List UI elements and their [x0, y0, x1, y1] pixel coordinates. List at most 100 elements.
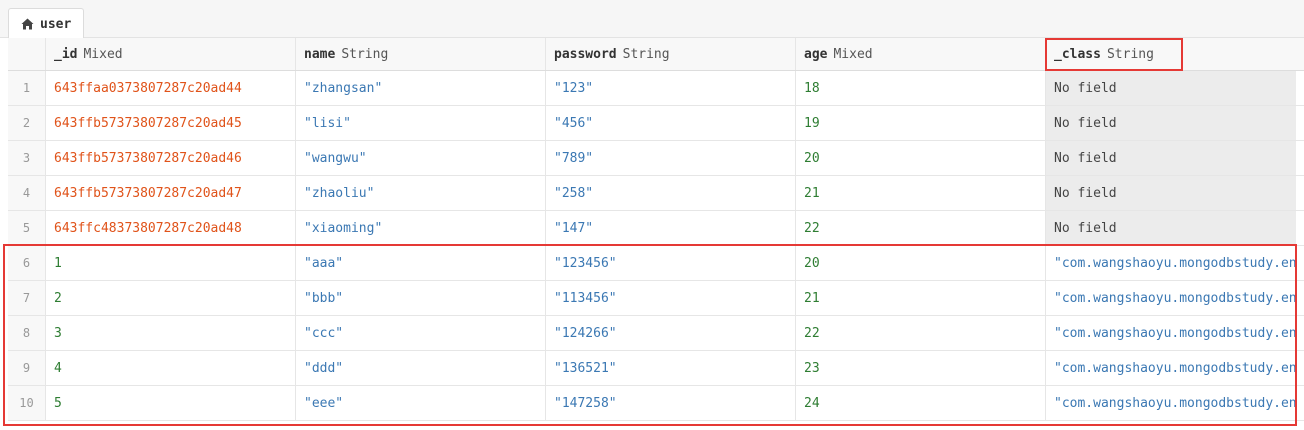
cell-class[interactable]: "com.wangshaoyu.mongodbstudy.en	[1046, 246, 1296, 280]
cell-id-value: 5	[54, 395, 62, 411]
cell-age[interactable]: 21	[796, 176, 1046, 210]
cell-age-value: 23	[804, 360, 820, 376]
table-row[interactable]: 4 643ffb57373807287c20ad47 "zhaoliu" "258" 2…	[8, 176, 1304, 211]
cell-name[interactable]: "zhaoliu"	[296, 176, 546, 210]
cell-id-value: 4	[54, 360, 62, 376]
table-row[interactable]: 1 643ffaa0373807287c20ad44 "zhangsan" "123"…	[8, 71, 1304, 106]
row-number-value: 3	[22, 151, 31, 165]
row-number: 2	[8, 106, 46, 140]
table-row[interactable]: 8 3 "ccc" "124266" 22 "com.wangshaoyu.mongodb…	[8, 316, 1304, 351]
documents-table: _id Mixed name String password String ag…	[8, 38, 1304, 421]
row-number: 9	[8, 351, 46, 385]
cell-password[interactable]: "113456"	[546, 281, 796, 315]
cell-password[interactable]: "456"	[546, 106, 796, 140]
cell-age-value: 20	[804, 255, 820, 271]
cell-age[interactable]: 21	[796, 281, 1046, 315]
cell-password[interactable]: "147258"	[546, 386, 796, 420]
cell-name-value: "bbb"	[304, 290, 344, 306]
cell-password-value: "124266"	[554, 325, 617, 341]
cell-class-value: No field	[1054, 115, 1117, 131]
cell-id[interactable]: 3	[46, 316, 296, 350]
cell-id[interactable]: 643ffc48373807287c20ad48	[46, 211, 296, 245]
table-row[interactable]: 10 5 "eee" "147258" 24 "com.wangshaoyu.mongod…	[8, 386, 1304, 421]
cell-id[interactable]: 4	[46, 351, 296, 385]
column-header-class[interactable]: _class String	[1046, 38, 1296, 70]
cell-class[interactable]: No field	[1046, 141, 1296, 175]
cell-age[interactable]: 19	[796, 106, 1046, 140]
cell-id[interactable]: 643ffaa0373807287c20ad44	[46, 71, 296, 105]
column-header-age[interactable]: age Mixed	[796, 38, 1046, 70]
tab-user[interactable]: user	[8, 8, 85, 39]
cell-password[interactable]: "789"	[546, 141, 796, 175]
table-row[interactable]: 5 643ffc48373807287c20ad48 "xiaoming" "147"…	[8, 211, 1304, 246]
cell-password[interactable]: "124266"	[546, 316, 796, 350]
column-header-name[interactable]: name String	[296, 38, 546, 70]
row-number-value: 1	[22, 81, 31, 95]
cell-id-value: 3	[54, 325, 62, 341]
cell-id[interactable]: 1	[46, 246, 296, 280]
column-header-id[interactable]: _id Mixed	[46, 38, 296, 70]
cell-class-value: No field	[1054, 80, 1117, 96]
table-row[interactable]: 2 643ffb57373807287c20ad45 "lisi" "456" 19 No…	[8, 106, 1304, 141]
column-header-password[interactable]: password String	[546, 38, 796, 70]
cell-id[interactable]: 643ffb57373807287c20ad47	[46, 176, 296, 210]
table-row[interactable]: 7 2 "bbb" "113456" 21 "com.wangshaoyu.mongodb…	[8, 281, 1304, 316]
row-number-value: 8	[22, 326, 31, 340]
table-header: _id Mixed name String password String ag…	[8, 38, 1304, 71]
cell-name[interactable]: "ddd"	[296, 351, 546, 385]
cell-name[interactable]: "lisi"	[296, 106, 546, 140]
row-number-value: 7	[22, 291, 31, 305]
cell-age[interactable]: 20	[796, 141, 1046, 175]
cell-age-value: 21	[804, 290, 820, 306]
cell-name[interactable]: "bbb"	[296, 281, 546, 315]
table-row[interactable]: 3 643ffb57373807287c20ad46 "wangwu" "789" 20…	[8, 141, 1304, 176]
cell-class[interactable]: No field	[1046, 71, 1296, 105]
column-type: String	[341, 46, 389, 62]
cell-age[interactable]: 22	[796, 316, 1046, 350]
cell-name[interactable]: "eee"	[296, 386, 546, 420]
cell-password[interactable]: "258"	[546, 176, 796, 210]
cell-class[interactable]: "com.wangshaoyu.mongodbstudy.en	[1046, 316, 1296, 350]
row-number: 7	[8, 281, 46, 315]
cell-id-value: 643ffb57373807287c20ad46	[54, 150, 242, 166]
row-number-value: 10	[19, 396, 34, 410]
cell-name[interactable]: "zhangsan"	[296, 71, 546, 105]
table-row[interactable]: 9 4 "ddd" "136521" 23 "com.wangshaoyu.mongodb…	[8, 351, 1304, 386]
cell-name-value: "zhaoliu"	[304, 185, 375, 201]
row-number-value: 2	[22, 116, 31, 130]
cell-id[interactable]: 5	[46, 386, 296, 420]
cell-age[interactable]: 23	[796, 351, 1046, 385]
cell-password[interactable]: "123"	[546, 71, 796, 105]
cell-age[interactable]: 24	[796, 386, 1046, 420]
cell-name[interactable]: "xiaoming"	[296, 211, 546, 245]
cell-class[interactable]: No field	[1046, 211, 1296, 245]
cell-class[interactable]: No field	[1046, 106, 1296, 140]
cell-password-value: "456"	[554, 115, 594, 131]
cell-class[interactable]: "com.wangshaoyu.mongodbstudy.en	[1046, 281, 1296, 315]
cell-password[interactable]: "147"	[546, 211, 796, 245]
cell-age[interactable]: 20	[796, 246, 1046, 280]
cell-age[interactable]: 22	[796, 211, 1046, 245]
cell-password[interactable]: "136521"	[546, 351, 796, 385]
column-name: _class	[1054, 46, 1101, 62]
cell-name[interactable]: "ccc"	[296, 316, 546, 350]
cell-name[interactable]: "wangwu"	[296, 141, 546, 175]
cell-age-value: 21	[804, 185, 820, 201]
cell-id[interactable]: 643ffb57373807287c20ad46	[46, 141, 296, 175]
cell-id-value: 643ffaa0373807287c20ad44	[54, 80, 242, 96]
cell-id[interactable]: 643ffb57373807287c20ad45	[46, 106, 296, 140]
cell-password[interactable]: "123456"	[546, 246, 796, 280]
cell-password-value: "147"	[554, 220, 594, 236]
home-icon	[21, 18, 34, 30]
cell-class-value: No field	[1054, 220, 1117, 236]
cell-class[interactable]: "com.wangshaoyu.mongodbstudy.en	[1046, 386, 1296, 420]
cell-class-value: "com.wangshaoyu.mongodbstudy.en	[1054, 290, 1296, 306]
cell-age[interactable]: 18	[796, 71, 1046, 105]
cell-class[interactable]: "com.wangshaoyu.mongodbstudy.en	[1046, 351, 1296, 385]
cell-id[interactable]: 2	[46, 281, 296, 315]
cell-class[interactable]: No field	[1046, 176, 1296, 210]
cell-name-value: "ccc"	[304, 325, 344, 341]
cell-name[interactable]: "aaa"	[296, 246, 546, 280]
cell-name-value: "ddd"	[304, 360, 344, 376]
table-row[interactable]: 6 1 "aaa" "123456" 20 "com.wangshaoyu.mongodb…	[8, 246, 1304, 281]
